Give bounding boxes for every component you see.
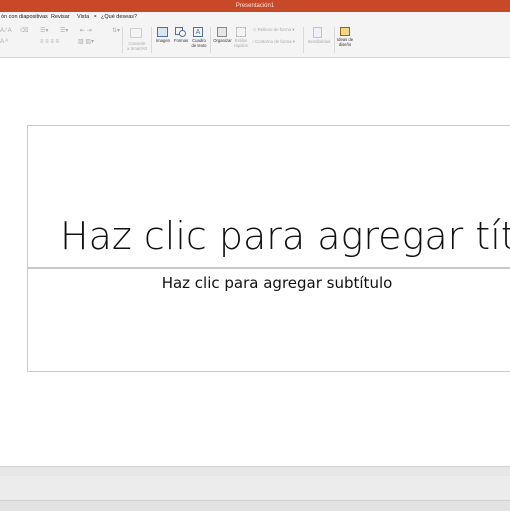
title-placeholder-text: Haz clic para agregar títu [60,214,510,258]
lightbulb-icon: ⚬ [93,14,98,20]
font-format-icon[interactable]: A ⁄ A [0,28,12,34]
status-bar [0,500,510,511]
title-placeholder[interactable]: Haz clic para agregar títu [27,125,510,268]
subtitle-placeholder[interactable]: Haz clic para agregar subtítulo [27,268,510,372]
tab-review[interactable]: Revisar [51,12,70,23]
shape-outline-button[interactable]: ⁄ Contorno de forma ▾ [253,39,295,45]
design-ideas-icon[interactable] [340,27,350,36]
textbox-icon[interactable]: A [193,27,203,37]
window-titlebar: Presentación1 [0,0,510,12]
ribbon-tab-bar: ón con diapositivas Revisar Vista ⚬ ¿Qué… [0,12,510,23]
shape-fill-button[interactable]: ◇ Relleno de forma ▾ [253,27,294,33]
shape-fill-label: Relleno de forma [257,27,292,32]
arrange-icon[interactable] [217,27,227,37]
tab-slideshow[interactable]: ón con diapositivas [1,12,48,23]
text-shadow-icon[interactable]: A ᴬ [0,39,8,45]
shapes-button[interactable]: Formas [172,38,190,44]
clear-format-icon[interactable]: ⌫ [20,28,28,34]
arrange-button[interactable]: Organizar [212,38,233,44]
smartart-icon[interactable] [130,28,142,38]
quick-styles-icon[interactable] [236,27,246,37]
tell-me-search[interactable]: ¿Qué deseas? [101,12,137,23]
sensitivity-button[interactable]: Sensibilidad [306,39,332,45]
indent-icon[interactable]: ⇤ ⇥ [80,28,92,34]
shape-outline-label: Contorno de forma [254,39,292,44]
numbering-icon[interactable]: ☰▾ [60,28,68,34]
convert-smartart-label[interactable]: Convertir a SmartArt [124,41,150,51]
image-button[interactable]: Imagen [153,38,173,44]
quick-styles-button[interactable]: Estilos rápidos [232,38,250,48]
align-icon[interactable]: ≡ ≡ ≡ ≡ [40,39,59,45]
text-direction-icon[interactable]: ⇅▾ [112,28,120,34]
window-title: Presentación1 [235,3,275,9]
textbox-button[interactable]: Cuadro de texto [189,38,209,48]
sensitivity-icon[interactable] [313,27,322,38]
subtitle-placeholder-text: Haz clic para agregar subtítulo [161,274,393,292]
design-ideas-button[interactable]: Ideas de diseño [334,37,356,47]
tab-view[interactable]: Vista [77,12,89,23]
ribbon: A ⁄ A ⌫ ☰▾ ☰▾ ⇤ ⇥ A ᴬ ≡ ≡ ≡ ≡ ▥ ▥▾ ⇅▾ Co… [0,23,510,58]
bullets-icon[interactable]: ☰▾ [40,28,48,34]
picture-icon[interactable] [157,27,168,37]
columns-icon[interactable]: ▥ ▥▾ [78,39,94,45]
